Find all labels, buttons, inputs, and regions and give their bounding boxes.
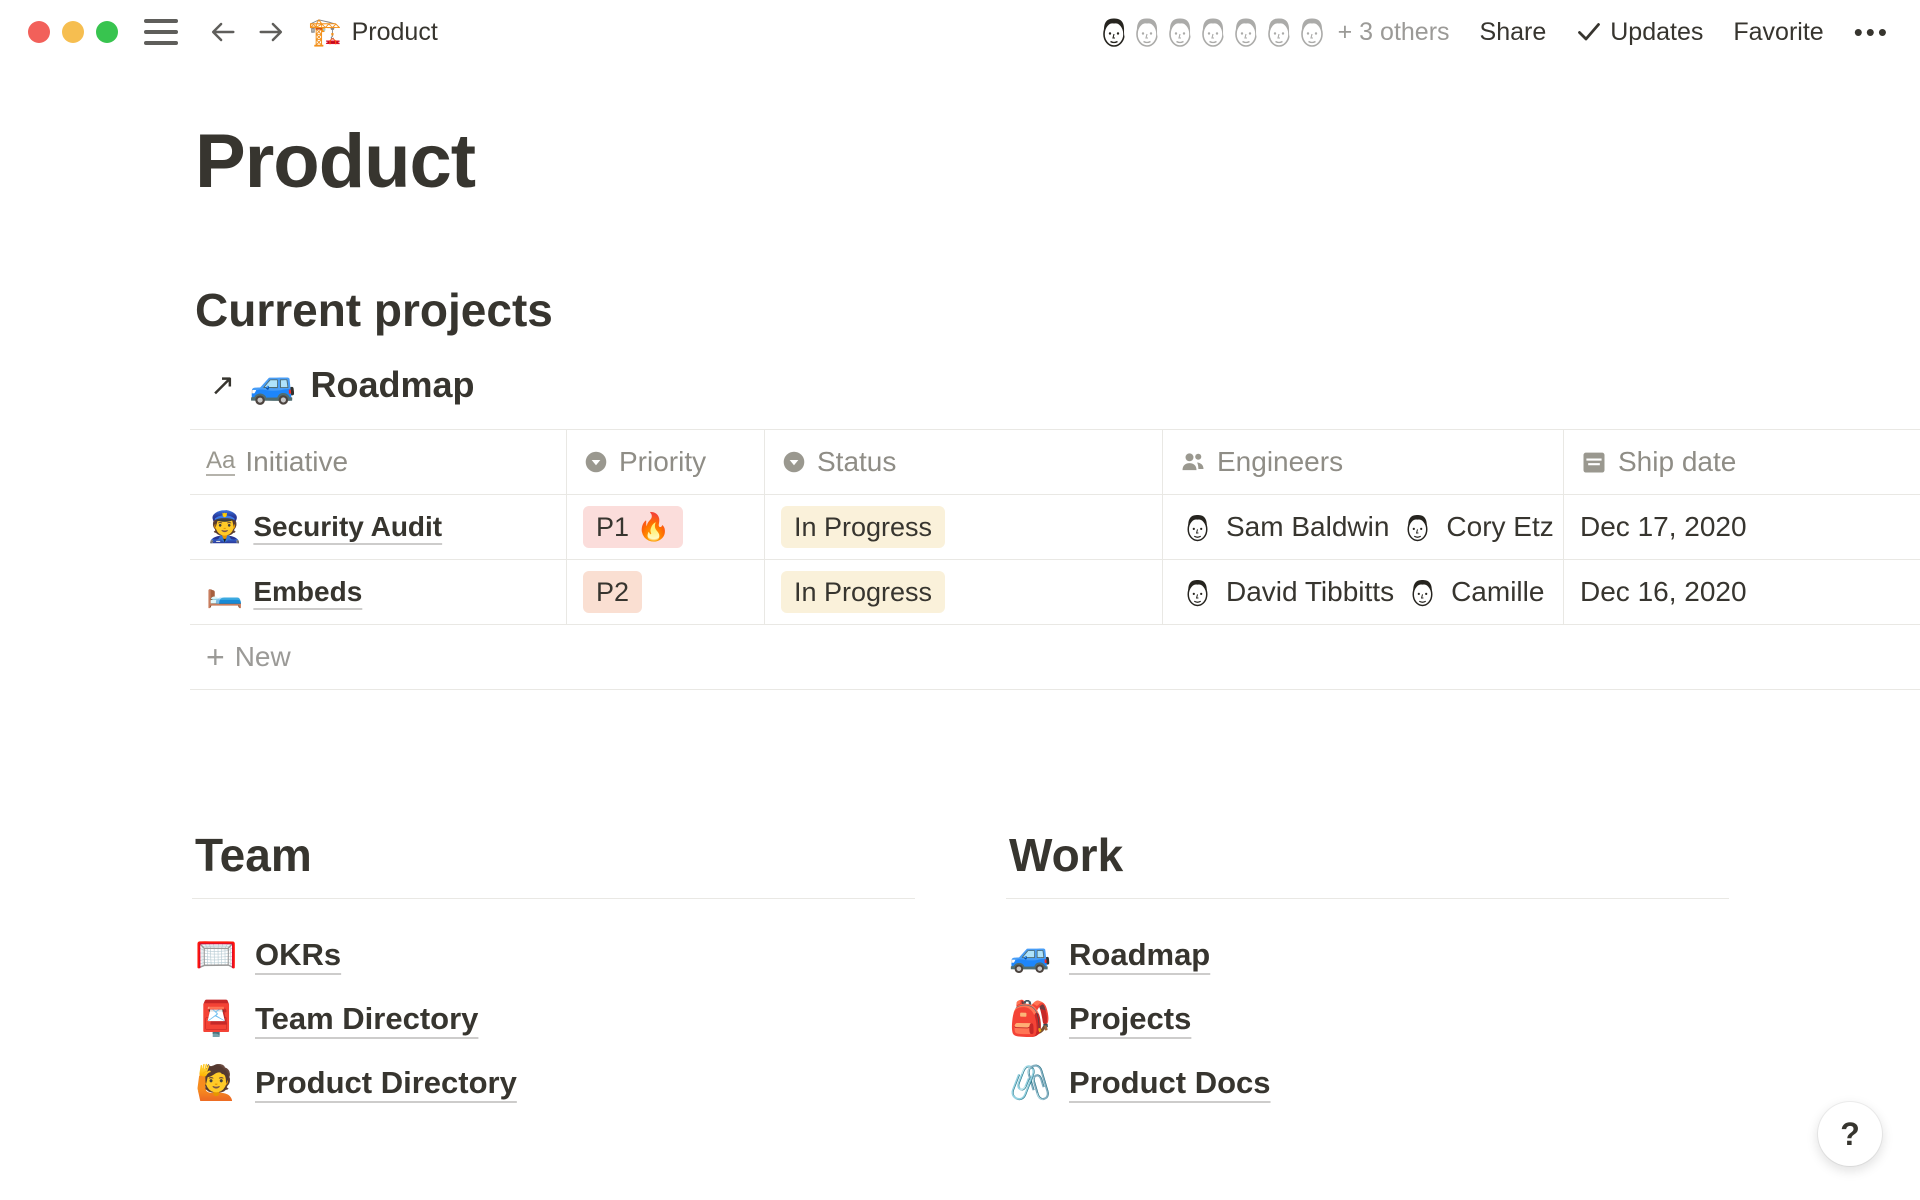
sidebar-toggle-icon[interactable] [144,19,178,45]
plus-icon: + [206,641,225,673]
construction-crane-icon: 🏗️ [308,16,342,48]
ship-date-cell[interactable]: Dec 16, 2020 [1564,560,1920,624]
divider [1006,898,1729,899]
help-button[interactable]: ? [1818,1102,1882,1166]
paperclips-icon: 🖇️ [1009,1063,1053,1103]
table-header-row: Aa Initiative Priority Status Engineers [190,429,1920,495]
postbox-icon: 📮 [195,999,239,1039]
roadmap-link-label: Roadmap [310,364,474,406]
priority-cell[interactable]: P2 [567,560,765,624]
forward-button[interactable] [252,13,290,51]
column-header-status[interactable]: Status [765,430,1163,494]
minimize-window-button[interactable] [62,21,84,43]
avatar [1404,574,1441,611]
link-product-docs[interactable]: 🖇️ Product Docs [1006,1051,1729,1115]
select-property-icon [583,449,609,475]
person-chip: Sam Baldwin [1179,509,1389,546]
link-okrs[interactable]: 🥅 OKRs [192,923,915,987]
question-mark-icon: ? [1840,1116,1860,1153]
avatar [1399,509,1436,546]
person-raising-hand-icon: 🙋 [195,1063,239,1103]
collaborator-avatars[interactable]: + 3 others [1094,12,1450,52]
initiative-cell[interactable]: 👮 Security Audit [190,495,567,559]
police-officer-icon: 👮 [206,510,243,545]
link-roadmap[interactable]: 🚙 Roadmap [1006,923,1729,987]
current-projects-section: Current projects ↗ 🚙 Roadmap Aa Initiati… [0,283,1920,690]
person-chip: David Tibbitts [1179,574,1394,611]
status-cell[interactable]: In Progress [765,495,1163,559]
backpack-icon: 🎒 [1009,999,1053,1039]
team-heading: Team [192,828,915,882]
car-icon: 🚙 [249,363,296,407]
check-icon [1576,19,1602,45]
column-header-ship-date[interactable]: Ship date [1564,430,1920,494]
more-menu-button[interactable]: ••• [1854,17,1890,48]
favorite-button[interactable]: Favorite [1733,18,1823,47]
initiative-cell[interactable]: 🛏️ Embeds [190,560,567,624]
priority-tag: P2 [583,571,642,613]
new-row-label: New [235,641,291,673]
avatar [1179,574,1216,611]
page-title: Product [195,118,1920,205]
back-button[interactable] [204,13,242,51]
calendar-property-icon [1580,448,1608,476]
page-body: Product Current projects ↗ 🚙 Roadmap Aa … [0,64,1920,1115]
arrow-right-icon [256,17,286,47]
table-new-row-button[interactable]: + New [190,625,1920,690]
text-property-icon: Aa [206,448,235,475]
close-window-button[interactable] [28,21,50,43]
others-count-label[interactable]: + 3 others [1338,18,1450,47]
link-product-directory[interactable]: 🙋 Product Directory [192,1051,915,1115]
column-header-engineers[interactable]: Engineers [1163,430,1564,494]
person-name: Cory Etz [1446,511,1553,543]
select-property-icon [781,449,807,475]
zoom-window-button[interactable] [96,21,118,43]
avatar [1179,509,1216,546]
priority-cell[interactable]: P1 🔥 [567,495,765,559]
status-cell[interactable]: In Progress [765,560,1163,624]
breadcrumb[interactable]: 🏗️ Product [308,16,438,48]
priority-tag: P1 🔥 [583,506,683,548]
car-icon: 🚙 [1009,935,1053,975]
current-projects-heading: Current projects [195,283,1920,337]
team-section: Team 🥅 OKRs 📮 Team Directory 🙋 Product D… [192,828,915,1115]
work-section: Work 🚙 Roadmap 🎒 Projects 🖇️ Product Doc… [1006,828,1729,1115]
work-heading: Work [1006,828,1729,882]
column-header-priority[interactable]: Priority [567,430,765,494]
person-name: Camille [1451,576,1544,608]
link-projects[interactable]: 🎒 Projects [1006,987,1729,1051]
people-property-icon [1179,448,1207,476]
table-row: 👮 Security Audit P1 🔥 In Progress Sam Ba… [190,495,1920,560]
arrow-left-icon [208,17,238,47]
bed-icon: 🛏️ [206,575,243,610]
goal-net-icon: 🥅 [195,935,239,975]
window-titlebar: 🏗️ Product + 3 others Share Updates Favo… [0,0,1920,64]
person-chip: Camille [1404,574,1544,611]
arrow-up-right-icon: ↗ [210,368,235,403]
person-name: David Tibbitts [1226,576,1394,608]
link-team-directory[interactable]: 📮 Team Directory [192,987,915,1051]
projects-table: Aa Initiative Priority Status Engineers [190,429,1920,690]
status-tag: In Progress [781,506,945,548]
initiative-link: Security Audit [253,511,442,543]
table-row: 🛏️ Embeds P2 In Progress David Tibbitts [190,560,1920,625]
roadmap-page-link[interactable]: ↗ 🚙 Roadmap [210,363,1920,407]
share-button[interactable]: Share [1480,18,1547,47]
person-name: Sam Baldwin [1226,511,1389,543]
engineers-cell[interactable]: Sam Baldwin Cory Etz [1163,495,1564,559]
column-header-initiative[interactable]: Aa Initiative [190,430,567,494]
status-tag: In Progress [781,571,945,613]
updates-button[interactable]: Updates [1576,18,1703,47]
divider [192,898,915,899]
ship-date-cell[interactable]: Dec 17, 2020 [1564,495,1920,559]
initiative-link: Embeds [253,576,362,608]
avatar[interactable] [1292,12,1332,52]
window-controls [28,21,118,43]
person-chip: Cory Etz [1399,509,1553,546]
breadcrumb-title: Product [352,18,438,47]
engineers-cell[interactable]: David Tibbitts Camille [1163,560,1564,624]
